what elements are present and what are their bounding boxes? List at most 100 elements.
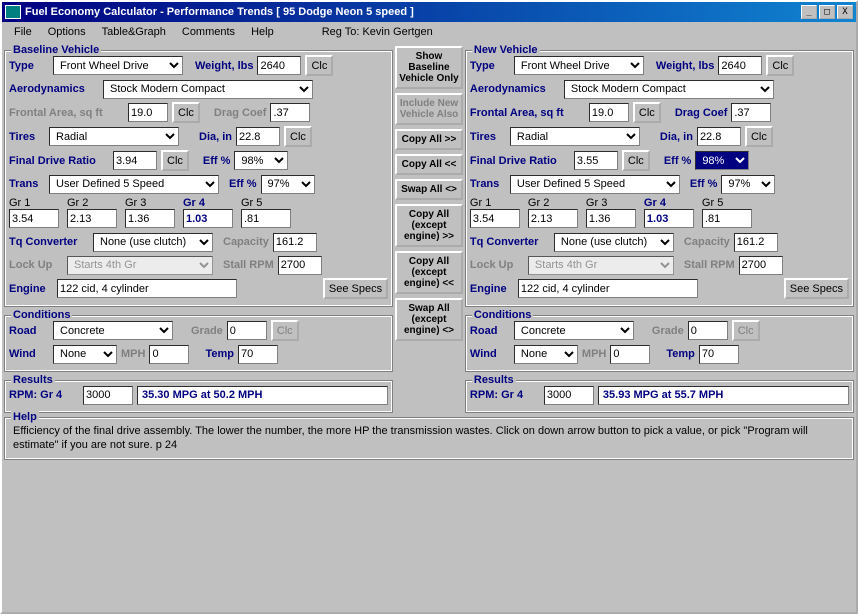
baseline-mpg-result: 35.30 MPG at 50.2 MPH [137, 386, 388, 405]
swap-all-button[interactable]: Swap All <> [395, 179, 463, 200]
baseline-tqconv-select[interactable]: None (use clutch) [93, 233, 213, 252]
baseline-dia-clc[interactable]: Clc [284, 126, 312, 147]
baseline-seespecs-button[interactable]: See Specs [323, 278, 388, 299]
baseline-temp-input[interactable] [238, 345, 278, 364]
new-frontal-input[interactable] [589, 103, 629, 122]
new-dragcoef-input[interactable] [731, 103, 771, 122]
new-road-select[interactable]: Concrete [514, 321, 634, 340]
type-label: Type [9, 60, 49, 72]
grade-label: Grade [652, 325, 684, 337]
baseline-gr2-input[interactable] [67, 209, 117, 228]
baseline-road-select[interactable]: Concrete [53, 321, 173, 340]
new-weight-input[interactable] [718, 56, 762, 75]
baseline-grade-input[interactable] [227, 321, 267, 340]
baseline-wind-select[interactable]: None [53, 345, 117, 364]
new-grade-clc: Clc [732, 320, 760, 341]
menu-comments[interactable]: Comments [174, 24, 243, 40]
baseline-dragcoef-input[interactable] [270, 103, 310, 122]
new-seespecs-button[interactable]: See Specs [784, 278, 849, 299]
new-stallrpm-input[interactable] [739, 256, 783, 275]
minimize-button[interactable]: _ [801, 5, 817, 19]
new-gr3-input[interactable] [586, 209, 636, 228]
dragcoef-label: Drag Coef [214, 107, 267, 119]
baseline-panel: Baseline Vehicle Type Front Wheel Drive … [4, 44, 393, 413]
menu-tablegraph[interactable]: Table&Graph [94, 24, 174, 40]
menu-options[interactable]: Options [40, 24, 94, 40]
copy-except-left-button[interactable]: Copy All (except engine) << [395, 251, 463, 294]
baseline-stallrpm-input[interactable] [278, 256, 322, 275]
baseline-gr1-input[interactable] [9, 209, 59, 228]
new-grade-input[interactable] [688, 321, 728, 340]
copy-all-right-button[interactable]: Copy All >> [395, 129, 463, 150]
show-baseline-button[interactable]: Show Baseline Vehicle Only [395, 46, 463, 89]
new-type-select[interactable]: Front Wheel Drive [514, 56, 644, 75]
aero-label: Aerodynamics [9, 83, 99, 95]
baseline-trans-eff-select[interactable]: 97% [261, 175, 315, 194]
new-wind-select[interactable]: None [514, 345, 578, 364]
baseline-fdr-eff-select[interactable]: 98% [234, 151, 288, 170]
baseline-gr4-input[interactable] [183, 209, 233, 228]
mid-button-panel: Show Baseline Vehicle Only Include New V… [395, 44, 463, 413]
new-dia-input[interactable] [697, 127, 741, 146]
baseline-weight-clc[interactable]: Clc [305, 55, 333, 76]
trans-label: Trans [470, 178, 506, 190]
baseline-gr5-input[interactable] [241, 209, 291, 228]
new-gr2-input[interactable] [528, 209, 578, 228]
menu-help[interactable]: Help [243, 24, 282, 40]
new-trans-eff-select[interactable]: 97% [721, 175, 775, 194]
rpm-label: RPM: Gr 4 [470, 389, 540, 401]
new-gr5-input[interactable] [702, 209, 752, 228]
baseline-frontal-clc[interactable]: Clc [172, 102, 200, 123]
baseline-fdr-clc[interactable]: Clc [161, 150, 189, 171]
baseline-legend: Baseline Vehicle [11, 44, 101, 56]
baseline-capacity-input[interactable] [273, 233, 317, 252]
gr3-label: Gr 3 [586, 197, 636, 209]
new-tires-select[interactable]: Radial [510, 127, 640, 146]
new-trans-select[interactable]: User Defined 5 Speed [510, 175, 680, 194]
tqconv-label: Tq Converter [9, 236, 89, 248]
new-fdr-input[interactable] [574, 151, 618, 170]
copy-except-right-button[interactable]: Copy All (except engine) >> [395, 204, 463, 247]
new-engine-input[interactable] [518, 279, 698, 298]
lockup-label: Lock Up [470, 259, 524, 271]
baseline-gr3-input[interactable] [125, 209, 175, 228]
include-new-button[interactable]: Include New Vehicle Also [395, 93, 463, 125]
baseline-trans-select[interactable]: User Defined 5 Speed [49, 175, 219, 194]
new-tqconv-select[interactable]: None (use clutch) [554, 233, 674, 252]
help-text: Efficiency of the final drive assembly. … [9, 422, 849, 455]
new-frontal-clc[interactable]: Clc [633, 102, 661, 123]
capacity-label: Capacity [684, 236, 730, 248]
new-gr4-input[interactable] [644, 209, 694, 228]
baseline-fdr-input[interactable] [113, 151, 157, 170]
new-weight-clc[interactable]: Clc [766, 55, 794, 76]
baseline-engine-input[interactable] [57, 279, 237, 298]
engine-label: Engine [470, 283, 514, 295]
new-capacity-input[interactable] [734, 233, 778, 252]
baseline-aero-select[interactable]: Stock Modern Compact [103, 80, 313, 99]
reg-to-label: Reg To: Kevin Gertgen [322, 24, 433, 40]
new-mph-input[interactable] [610, 345, 650, 364]
close-button[interactable]: X [837, 5, 853, 19]
new-fdr-clc[interactable]: Clc [622, 150, 650, 171]
gr2-label: Gr 2 [67, 197, 117, 209]
new-fdr-eff-select[interactable]: 98% [695, 151, 749, 170]
swap-except-button[interactable]: Swap All (except engine) <> [395, 298, 463, 341]
gr1-label: Gr 1 [9, 197, 59, 209]
baseline-rpm-input[interactable] [83, 386, 133, 405]
baseline-dia-input[interactable] [236, 127, 280, 146]
new-rpm-input[interactable] [544, 386, 594, 405]
baseline-tires-select[interactable]: Radial [49, 127, 179, 146]
new-temp-input[interactable] [699, 345, 739, 364]
maximize-button[interactable]: □ [819, 5, 835, 19]
baseline-frontal-input[interactable] [128, 103, 168, 122]
new-panel: New Vehicle Type Front Wheel Drive Weigh… [465, 44, 854, 413]
baseline-type-select[interactable]: Front Wheel Drive [53, 56, 183, 75]
menu-file[interactable]: File [6, 24, 40, 40]
baseline-weight-input[interactable] [257, 56, 301, 75]
new-gr1-input[interactable] [470, 209, 520, 228]
gr4-label: Gr 4 [183, 197, 233, 209]
new-aero-select[interactable]: Stock Modern Compact [564, 80, 774, 99]
baseline-mph-input[interactable] [149, 345, 189, 364]
copy-all-left-button[interactable]: Copy All << [395, 154, 463, 175]
new-dia-clc[interactable]: Clc [745, 126, 773, 147]
